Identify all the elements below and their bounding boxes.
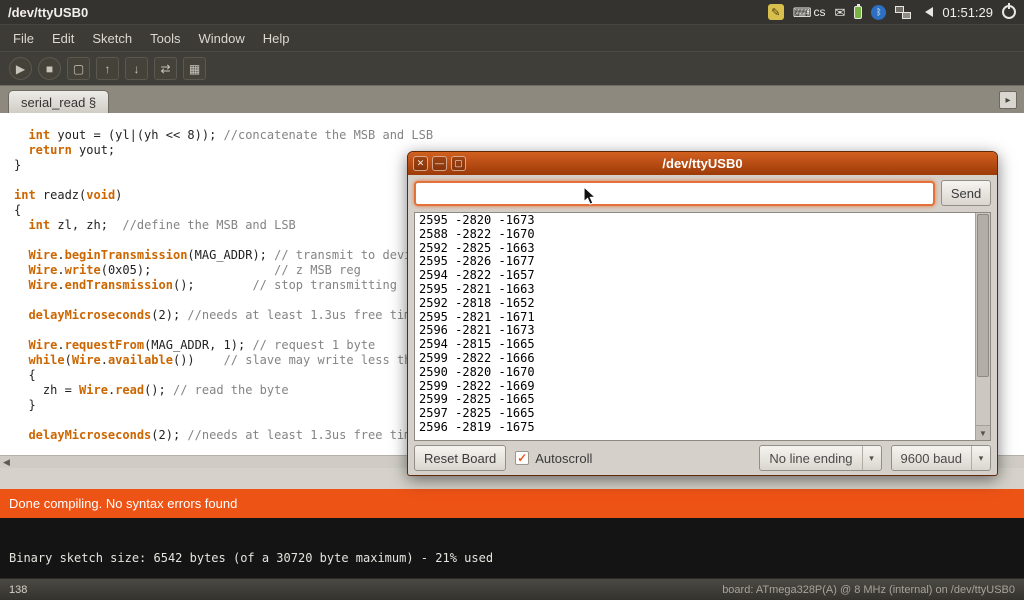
menu-item-window[interactable]: Window: [189, 27, 253, 50]
window-controls: ✕ — ▢: [413, 156, 466, 171]
minimize-icon[interactable]: —: [432, 156, 447, 171]
serial-output-line: 2597 -2825 -1665: [419, 407, 973, 421]
menu-item-tools[interactable]: Tools: [141, 27, 189, 50]
verify-button[interactable]: ▶: [9, 57, 32, 80]
send-button[interactable]: Send: [941, 180, 991, 206]
serial-output-line: 2595 -2821 -1663: [419, 283, 973, 297]
serial-input[interactable]: [414, 181, 935, 206]
serial-input-row: Send: [408, 175, 997, 211]
stop-button[interactable]: ■: [38, 57, 61, 80]
line-ending-value: No line ending: [760, 446, 861, 470]
autoscroll-checkbox[interactable]: ✓: [515, 451, 529, 465]
serial-output-line: 2595 -2821 -1671: [419, 311, 973, 325]
network-icon[interactable]: [895, 6, 911, 19]
top-panel: /dev/ttyUSB0 ✎ ⌨cs ✉ ᛒ 01:51:29: [0, 0, 1024, 24]
keyboard-layout-code: cs: [813, 5, 825, 19]
serial-output-line: 2596 -2821 -1673: [419, 324, 973, 338]
serial-output-line: 2599 -2822 -1666: [419, 352, 973, 366]
serial-output-line: 2592 -2825 -1663: [419, 242, 973, 256]
clock[interactable]: 01:51:29: [942, 5, 993, 20]
baud-rate-dropdown[interactable]: 9600 baud ▾: [891, 445, 991, 471]
keyboard-layout-indicator[interactable]: ⌨cs: [793, 5, 826, 19]
notes-pencil-icon[interactable]: ✎: [768, 4, 784, 20]
menu-item-sketch[interactable]: Sketch: [83, 27, 141, 50]
line-ending-dropdown[interactable]: No line ending ▾: [759, 445, 881, 471]
autoscroll-label: Autoscroll: [535, 451, 592, 466]
save-sketch-button[interactable]: ↓: [125, 57, 148, 80]
build-console: Binary sketch size: 6542 bytes (of a 307…: [0, 518, 1024, 578]
tab-menu-button[interactable]: ▸: [999, 91, 1017, 109]
serial-monitor-title: /dev/ttyUSB0: [408, 156, 997, 171]
serial-output-text: 2595 -2820 -16732588 -2822 -16702592 -28…: [419, 214, 973, 439]
maximize-icon[interactable]: ▢: [451, 156, 466, 171]
chevron-down-icon: ▾: [971, 446, 990, 470]
scroll-down-icon[interactable]: ▼: [976, 425, 990, 440]
compile-status-message: Done compiling. No syntax errors found: [9, 496, 237, 511]
reset-board-button[interactable]: Reset Board: [414, 445, 506, 471]
hscroll-left-arrow-icon[interactable]: ◀: [3, 458, 10, 467]
serial-output-line: 2590 -2820 -1670: [419, 366, 973, 380]
tab-strip: serial_read § ▸: [0, 85, 1024, 113]
board-info: board: ATmega328P(A) @ 8 MHz (internal) …: [722, 584, 1015, 596]
menu-item-help[interactable]: Help: [254, 27, 299, 50]
serial-output-line: 2599 -2825 -1665: [419, 393, 973, 407]
build-console-text: Binary sketch size: 6542 bytes (of a 307…: [9, 551, 493, 565]
autoscroll-control[interactable]: ✓ Autoscroll: [515, 451, 592, 466]
volume-icon[interactable]: [920, 7, 933, 17]
menu-item-file[interactable]: File: [4, 27, 43, 50]
footer-status-bar: 138 board: ATmega328P(A) @ 8 MHz (intern…: [0, 578, 1024, 600]
serial-output-line: 2588 -2822 -1670: [419, 228, 973, 242]
mail-icon[interactable]: ✉: [834, 6, 845, 19]
scrollbar-thumb[interactable]: [977, 214, 989, 377]
chevron-down-icon: ▾: [862, 446, 881, 470]
baud-rate-value: 9600 baud: [892, 446, 971, 470]
close-icon[interactable]: ✕: [413, 156, 428, 171]
toolbar: ▶ ■ ▢ ↑ ↓ ⇄ ▦: [0, 51, 1024, 85]
serial-output-line: 2594 -2822 -1657: [419, 269, 973, 283]
cursor-line-number: 138: [9, 584, 27, 596]
serial-monitor-window: /dev/ttyUSB0 ✕ — ▢ Send 2595 -2820 -1673…: [407, 151, 998, 476]
serial-monitor-button[interactable]: ▦: [183, 57, 206, 80]
serial-output-line: 2592 -2818 -1652: [419, 297, 973, 311]
window-title: /dev/ttyUSB0: [8, 5, 88, 20]
open-sketch-button[interactable]: ↑: [96, 57, 119, 80]
serial-output-area[interactable]: 2595 -2820 -16732588 -2822 -16702592 -28…: [414, 212, 991, 441]
serial-output-line: 2595 -2820 -1673: [419, 214, 973, 228]
serial-monitor-titlebar[interactable]: /dev/ttyUSB0 ✕ — ▢: [408, 152, 997, 175]
serial-output-line: 2599 -2822 -1669: [419, 380, 973, 394]
menu-bar: FileEditSketchToolsWindowHelp: [0, 24, 1024, 51]
new-sketch-button[interactable]: ▢: [67, 57, 90, 80]
keyboard-icon: ⌨: [793, 6, 812, 19]
panel-indicators: ✎ ⌨cs ✉ ᛒ 01:51:29: [768, 4, 1016, 20]
battery-icon[interactable]: [854, 6, 862, 19]
serial-monitor-controls: Reset Board ✓ Autoscroll No line ending …: [408, 441, 997, 475]
serial-output-line: 2594 -2815 -1665: [419, 338, 973, 352]
power-session-icon[interactable]: [1002, 5, 1016, 19]
tab-serial-read[interactable]: serial_read §: [8, 90, 109, 113]
upload-button[interactable]: ⇄: [154, 57, 177, 80]
compile-status-bar: Done compiling. No syntax errors found: [0, 489, 1024, 518]
menu-item-edit[interactable]: Edit: [43, 27, 83, 50]
code-line: int yout = (yl|(yh << 8)); //concatenate…: [14, 128, 1024, 143]
serial-output-scrollbar[interactable]: ▼: [975, 213, 990, 440]
serial-output-line: 2596 -2819 -1675: [419, 421, 973, 435]
bluetooth-icon[interactable]: ᛒ: [871, 5, 886, 20]
serial-output-line: 2595 -2826 -1677: [419, 255, 973, 269]
